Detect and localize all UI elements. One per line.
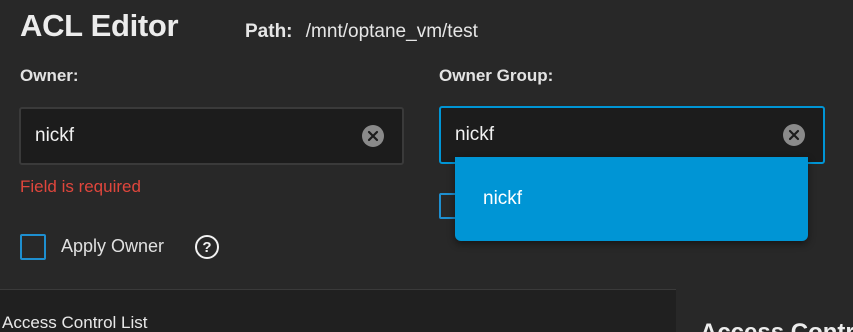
owner-error-message: Field is required (20, 177, 141, 196)
path-row: Path: /mnt/optane_vm/test (245, 21, 478, 43)
owner-group-input[interactable]: nickf (439, 106, 825, 164)
owner-clear-icon[interactable] (362, 125, 384, 147)
owner-group-label: Owner Group: (439, 66, 554, 85)
owner-input-value: nickf (35, 125, 75, 146)
access-control-panel: Access Control (676, 289, 853, 332)
acl-section-label: Access Control List (2, 313, 148, 332)
acl-editor-page: ACL Editor Path: /mnt/optane_vm/test Own… (0, 0, 853, 332)
owner-group-autocomplete-dropdown: nickf (455, 157, 808, 241)
owner-group-input-value: nickf (455, 124, 495, 145)
owner-group-clear-icon[interactable] (783, 124, 805, 146)
help-icon[interactable]: ? (195, 235, 219, 259)
owner-input[interactable]: nickf (19, 107, 404, 165)
dropdown-option-nickf[interactable]: nickf (483, 188, 522, 210)
owner-label: Owner: (20, 66, 79, 85)
apply-owner-checkbox[interactable] (20, 234, 46, 260)
access-control-panel-title: Access Control (700, 319, 853, 332)
acl-section: Access Control List (0, 289, 676, 332)
path-value: /mnt/optane_vm/test (305, 21, 478, 42)
path-label: Path: (245, 21, 293, 42)
page-title: ACL Editor (20, 8, 179, 43)
apply-owner-label: Apply Owner (61, 236, 165, 256)
